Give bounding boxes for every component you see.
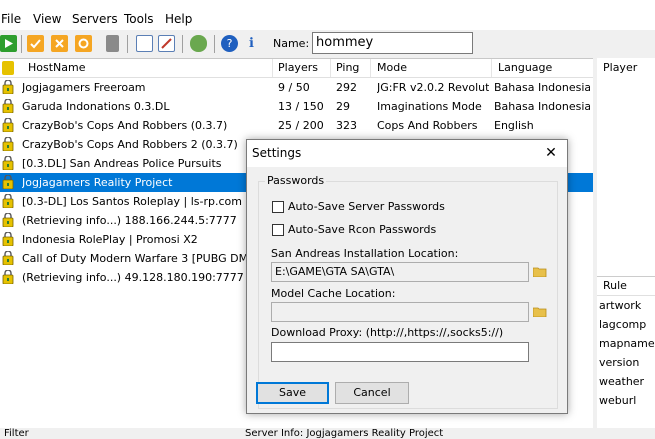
browse-folder-icon[interactable] (533, 306, 547, 317)
connect-icon[interactable] (0, 35, 17, 52)
row-ping: 323 (336, 119, 357, 132)
server-info-label: Server Info: Jogjagamers Reality Project (245, 428, 444, 439)
save-button[interactable]: Save (256, 382, 329, 404)
row-hostname: Jogjagamers Reality Project (22, 176, 173, 189)
toolbar-separator (182, 35, 183, 53)
passwords-group-label: Passwords (265, 174, 327, 187)
row-hostname: (Retrieving info...) 49.128.180.190:7777 (22, 271, 244, 284)
close-icon[interactable]: ✕ (541, 143, 561, 163)
lock-icon (2, 79, 14, 95)
toolbar-separator (21, 35, 22, 53)
row-language: English (494, 119, 534, 132)
master-list-icon[interactable] (190, 35, 207, 52)
help-icon[interactable]: ? (221, 35, 238, 52)
rule-column-header[interactable]: Rule (603, 279, 627, 292)
lock-icon (2, 117, 14, 133)
row-language: Bahasa Indonesia (494, 100, 590, 113)
server-properties-icon[interactable] (106, 35, 119, 52)
download-proxy-field[interactable] (271, 342, 529, 362)
lock-icon (2, 231, 14, 247)
menu-file[interactable]: File (1, 12, 21, 26)
lock-icon (2, 212, 14, 228)
model-cache-label: Model Cache Location: (271, 287, 396, 300)
row-mode: Imaginations Mode (377, 100, 482, 113)
row-hostname: CrazyBob's Cops And Robbers 2 (0.3.7) (22, 138, 238, 151)
lock-icon (2, 250, 14, 266)
refresh-icon[interactable] (75, 35, 92, 52)
server-list-header: HostName Players Ping Mode Language (0, 59, 593, 78)
settings-dialog: Settings ✕ Passwords Auto-Save Server Pa… (246, 139, 568, 414)
rule-item: mapname (599, 337, 655, 350)
download-proxy-label: Download Proxy: (http://,https://,socks5… (271, 326, 504, 339)
autosave-rcon-checkbox[interactable] (272, 224, 284, 236)
name-label: Name: (273, 37, 310, 50)
filter-label: Filter (4, 428, 29, 439)
row-hostname: Call of Duty Modern Warfare 3 [PUBG DMS … (22, 252, 270, 265)
dialog-title-bar[interactable]: Settings ✕ (247, 140, 567, 167)
copy-icon[interactable] (136, 35, 153, 52)
player-rules-panel: Player Rule artwork lagcomp mapname vers… (597, 58, 655, 428)
lock-icon (2, 155, 14, 171)
autosave-server-checkbox[interactable] (272, 201, 284, 213)
column-mode[interactable]: Mode (377, 61, 407, 74)
add-server-icon[interactable] (27, 35, 44, 52)
delete-server-icon[interactable] (51, 35, 68, 52)
install-location-field[interactable]: E:\GAME\GTA SA\GTA\ (271, 262, 529, 282)
browse-folder-icon[interactable] (533, 266, 547, 277)
row-hostname: Garuda Indonations 0.3.DL (22, 100, 170, 113)
autosave-server-label[interactable]: Auto-Save Server Passwords (288, 200, 445, 213)
table-row[interactable]: CrazyBob's Cops And Robbers (0.3.7) 25 / … (0, 116, 593, 135)
row-players: 25 / 200 (278, 119, 324, 132)
row-hostname: [0.3.DL] San Andreas Police Pursuits (22, 157, 222, 170)
row-ping: 29 (336, 100, 350, 113)
row-hostname: (Retrieving info...) 188.166.244.5:7777 (22, 214, 237, 227)
autosave-rcon-label[interactable]: Auto-Save Rcon Passwords (288, 223, 436, 236)
player-name-input[interactable]: hommey (312, 32, 473, 54)
rule-item: weburl (599, 394, 637, 407)
row-players: 9 / 50 (278, 81, 310, 94)
model-cache-field[interactable] (271, 302, 529, 322)
lock-icon (2, 98, 14, 114)
table-row[interactable]: Jogjagamers Freeroam 9 / 50 292 JG:FR v2.0.… (0, 78, 593, 97)
lock-icon (2, 193, 14, 209)
toolbar-separator (214, 35, 215, 53)
row-mode: Cops And Robbers (377, 119, 478, 132)
cancel-button[interactable]: Cancel (335, 382, 409, 404)
rule-item: weather (599, 375, 645, 388)
column-hostname[interactable]: HostName (28, 61, 86, 74)
column-players[interactable]: Players (278, 61, 318, 74)
lock-icon (2, 136, 14, 152)
menu-help[interactable]: Help (165, 12, 192, 26)
player-column-header[interactable]: Player (603, 61, 637, 74)
edit-icon[interactable] (158, 35, 175, 52)
lock-icon (2, 174, 14, 190)
menu-bar: File View Servers Tools Help (0, 0, 655, 30)
menu-view[interactable]: View (33, 12, 61, 26)
row-language: Bahasa Indonesia (494, 81, 590, 94)
rule-item: artwork (599, 299, 642, 312)
dialog-title: Settings (252, 146, 302, 160)
row-hostname: Indonesia RolePlay | Promosi X2 (22, 233, 198, 246)
rule-column-header-row: Rule (597, 276, 655, 296)
row-mode: JG:FR v2.0.2 Revolution (377, 81, 489, 94)
row-hostname: Jogjagamers Freeroam (22, 81, 146, 94)
row-ping: 292 (336, 81, 357, 94)
status-bar: Filter Server Info: Jogjagamers Reality … (0, 428, 655, 439)
menu-servers[interactable]: Servers (72, 12, 118, 26)
rule-item: lagcomp (599, 318, 647, 331)
column-language[interactable]: Language (498, 61, 552, 74)
table-row[interactable]: Garuda Indonations 0.3.DL 13 / 150 29 Imagi… (0, 97, 593, 116)
rule-item: version (599, 356, 640, 369)
install-location-label: San Andreas Installation Location: (271, 247, 459, 260)
row-hostname: [0.3-DL] Los Santos Roleplay | ls-rp.com (22, 195, 242, 208)
lock-column-icon[interactable] (2, 61, 14, 75)
about-icon[interactable]: ℹ (243, 35, 260, 52)
toolbar-separator (127, 35, 128, 53)
column-ping[interactable]: Ping (336, 61, 359, 74)
row-players: 13 / 150 (278, 100, 324, 113)
lock-icon (2, 269, 14, 285)
menu-tools[interactable]: Tools (124, 12, 154, 26)
row-hostname: CrazyBob's Cops And Robbers (0.3.7) (22, 119, 228, 132)
